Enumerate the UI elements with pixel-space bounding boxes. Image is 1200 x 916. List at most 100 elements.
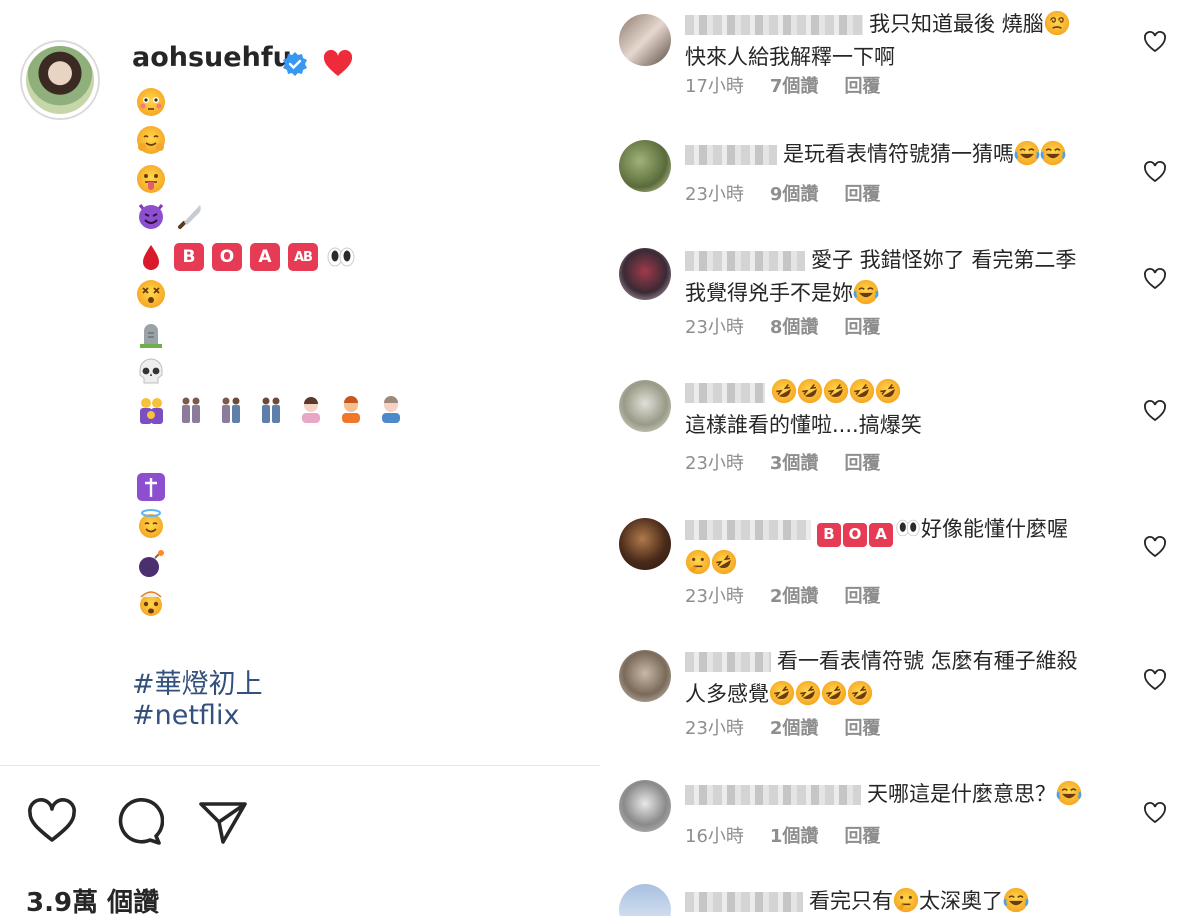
comment-time: 16小時: [685, 826, 744, 847]
reply-button[interactable]: 回覆: [844, 180, 880, 206]
headstone-icon: [140, 324, 162, 348]
emoji-line-6: [136, 277, 166, 311]
eyes-icon: [326, 242, 356, 272]
commenter-avatar[interactable]: [619, 380, 671, 432]
commenter-username-blurred[interactable]: [685, 785, 861, 805]
reply-button[interactable]: 回覆: [844, 313, 880, 339]
blood-type-b-icon: B: [174, 243, 204, 271]
thinking-face-icon: [685, 549, 711, 575]
latin-cross-icon: [137, 473, 165, 501]
comment-time: 23小時: [685, 317, 744, 338]
reply-button[interactable]: 回覆: [844, 582, 880, 608]
commenter-username-blurred[interactable]: [685, 520, 811, 540]
comment-like-heart-icon[interactable]: [1143, 399, 1167, 423]
comment-like-heart-icon[interactable]: [1143, 668, 1167, 692]
comment-likes[interactable]: 2個讚: [770, 582, 819, 608]
comment-meta: 16小時 1個讚 回覆: [685, 822, 880, 848]
comment-likes[interactable]: 3個讚: [770, 449, 819, 475]
verified-badge-icon: [283, 52, 307, 76]
emoji-line-13: [136, 585, 166, 619]
commenter-avatar[interactable]: [619, 140, 671, 192]
comment-time: 23小時: [685, 184, 744, 205]
blood-type-a-icon: A: [250, 243, 280, 271]
blood-type-b-icon: B: [817, 522, 841, 547]
man-pouting-icon: [382, 396, 400, 423]
hugging-face-icon: [136, 125, 166, 155]
comment-text: 天哪這是什麼意思？: [685, 778, 1125, 811]
rofl-icon: [771, 378, 797, 404]
comment-likes[interactable]: 8個讚: [770, 313, 819, 339]
comment-like-heart-icon[interactable]: [1143, 160, 1167, 184]
blood-type-a-icon: A: [869, 522, 893, 547]
like-count[interactable]: 3.9萬 個讚: [26, 882, 159, 916]
hashtag-netflix[interactable]: #netflix: [132, 700, 239, 731]
commenter-username-blurred[interactable]: [685, 15, 863, 35]
comment-like-heart-icon[interactable]: [1143, 535, 1167, 559]
dizzy-face-icon: [136, 279, 166, 309]
reply-button[interactable]: 回覆: [844, 714, 880, 740]
emoji-line-2: [136, 123, 166, 157]
comment-bubble-icon[interactable]: [112, 796, 164, 848]
comments-panel: 我只知道最後 燒腦 快來人給我解釋一下啊 17小時 7個讚 回覆 是玩看表情符號…: [600, 0, 1200, 916]
post-username[interactable]: aohsuehfu: [132, 42, 292, 73]
blood-type-o-icon: O: [212, 243, 242, 271]
two-women-icon: [182, 397, 200, 423]
tongue-face-icon: [136, 164, 166, 194]
two-men-icon: [262, 397, 280, 423]
comment-likes[interactable]: 1個讚: [770, 822, 819, 848]
comment-meta: 17小時 7個讚 回覆: [685, 72, 880, 98]
comment-text: 看一看表情符號 怎麼有種子維殺 人多感覺: [685, 645, 1125, 711]
paper-plane-icon[interactable]: [197, 796, 249, 848]
commenter-username-blurred[interactable]: [685, 251, 805, 271]
blood-drop-icon: [143, 245, 159, 270]
emoji-line-9: [136, 393, 406, 427]
thinking-face-icon: [893, 887, 919, 913]
flushed-face-icon: [136, 87, 166, 117]
commenter-avatar[interactable]: [619, 884, 671, 916]
commenter-username-blurred[interactable]: [685, 652, 771, 672]
comment-likes[interactable]: 7個讚: [770, 72, 819, 98]
emoji-line-1: [136, 85, 166, 119]
comment-time: 17小時: [685, 76, 744, 97]
commenter-username-blurred[interactable]: [685, 383, 765, 403]
comment-time: 23小時: [685, 453, 744, 474]
comment-text: 愛子 我錯怪妳了 看完第二季 我覺得兇手不是妳: [685, 248, 1077, 305]
rofl-icon: [769, 680, 795, 706]
avatar-image: [26, 46, 94, 114]
comment-meta: 23小時 2個讚 回覆: [685, 582, 880, 608]
emoji-line-12: [136, 547, 166, 581]
comment-likes[interactable]: 9個讚: [770, 180, 819, 206]
hashtag-hua-deng-chu-shang[interactable]: #華燈初上: [132, 662, 263, 701]
comment-like-heart-icon[interactable]: [1143, 267, 1167, 291]
comment-likes[interactable]: 2個讚: [770, 714, 819, 740]
tears-of-joy-icon: [1014, 140, 1040, 166]
bomb-icon: [139, 550, 164, 577]
commenter-avatar[interactable]: [619, 14, 671, 66]
post-caption-panel: aohsuehfu B O A AB #華燈初上 #netflix 3.9萬 個…: [0, 0, 600, 916]
comment-like-heart-icon[interactable]: [1143, 801, 1167, 825]
commenter-username-blurred[interactable]: [685, 892, 803, 912]
profile-avatar[interactable]: [20, 40, 100, 120]
rofl-icon: [823, 378, 849, 404]
comment-like-heart-icon[interactable]: [1143, 30, 1167, 54]
commenter-avatar[interactable]: [619, 650, 671, 702]
rofl-icon: [711, 549, 737, 575]
divider: [0, 765, 600, 766]
commenter-avatar[interactable]: [619, 248, 671, 300]
commenter-username-blurred[interactable]: [685, 145, 777, 165]
emoji-line-8: [136, 355, 166, 389]
comment-text: 看完只有 太深奧了: [685, 885, 1125, 916]
red-heart-icon: [323, 49, 353, 76]
commenter-avatar[interactable]: [619, 780, 671, 832]
heart-outline-icon[interactable]: [26, 796, 78, 848]
skull-icon: [139, 358, 163, 384]
comment-text: 我只知道最後 燒腦 快來人給我解釋一下啊: [685, 8, 1125, 74]
reply-button[interactable]: 回覆: [844, 822, 880, 848]
rofl-icon: [795, 680, 821, 706]
reply-button[interactable]: 回覆: [844, 72, 880, 98]
emoji-line-3: [136, 162, 166, 196]
commenter-avatar[interactable]: [619, 518, 671, 570]
emoji-line-11: [136, 507, 166, 541]
reply-button[interactable]: 回覆: [844, 449, 880, 475]
tears-of-joy-icon: [853, 279, 879, 305]
